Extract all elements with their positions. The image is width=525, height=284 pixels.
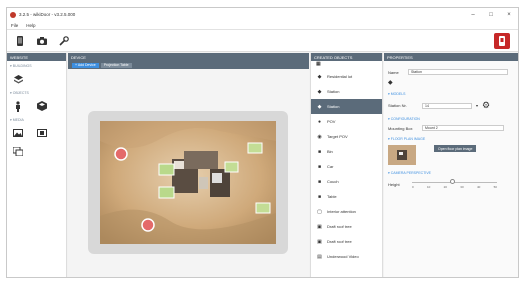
- objects-toolbar: ▦: [311, 61, 382, 69]
- chat-icon: ▢: [317, 208, 322, 215]
- name-label: Name: [388, 69, 399, 75]
- height-label: Height: [388, 181, 400, 187]
- image-icon: ▣: [317, 223, 322, 230]
- minimize-button[interactable]: –: [464, 12, 482, 18]
- app-logo-icon: [10, 11, 16, 18]
- slider-tick: 50: [493, 185, 497, 189]
- camera-perspective-section[interactable]: ▾ Camera Perspective: [384, 167, 518, 177]
- object-item[interactable]: ▣ Draft roof tree: [311, 234, 382, 249]
- projection-table-tab[interactable]: Projection Table: [100, 62, 132, 68]
- slider-tick: 30: [460, 185, 464, 189]
- properties-panel: Properties Name Station ◆ ▾ Models Stati…: [384, 53, 518, 277]
- export-icon[interactable]: [494, 33, 510, 49]
- cube-icon: ■: [317, 178, 322, 185]
- station-label: Station Nr.: [388, 103, 407, 108]
- wrench-icon[interactable]: [59, 35, 69, 46]
- person-icon: ●: [317, 118, 322, 125]
- object-item[interactable]: ■ Couch: [311, 174, 382, 189]
- mounting-label: Mounting Box: [388, 125, 413, 131]
- device-panel: Device + Add Device Projection Table: [68, 53, 309, 277]
- floor-plan-section[interactable]: ▾ Floor Plan Image: [384, 133, 518, 143]
- gear-icon[interactable]: ⚙: [482, 100, 490, 111]
- media-section[interactable]: ▾ Media: [7, 115, 66, 124]
- website-panel: Website ▾ Buildings ▾ Objects ▾ Media: [7, 53, 67, 277]
- building-icon: ◆: [388, 80, 393, 86]
- add-device-tab[interactable]: + Add Device: [72, 62, 99, 68]
- chevron-down-icon[interactable]: ▾: [476, 103, 478, 108]
- created-objects-panel: Created Objects ▦ ◆ Residential lot ◆ St…: [310, 53, 383, 277]
- station-select[interactable]: 14: [422, 102, 472, 109]
- object-item[interactable]: ■ Table: [311, 189, 382, 204]
- name-input[interactable]: Station: [408, 69, 508, 75]
- menu-bar: File Help: [7, 21, 518, 30]
- building-icon: ◆: [317, 73, 322, 80]
- menu-help[interactable]: Help: [26, 23, 35, 28]
- slider-tick: 40: [476, 185, 481, 189]
- close-button[interactable]: ×: [500, 12, 518, 18]
- slider-handle[interactable]: [450, 179, 455, 184]
- app-window: 3.2.5 - wikiDoor - v3.2.5.000 – □ × File…: [6, 7, 519, 278]
- phone-icon[interactable]: [15, 35, 25, 46]
- device-header: Device: [68, 53, 309, 61]
- object-item[interactable]: ◆ Station: [311, 84, 382, 99]
- toolbar: [7, 30, 518, 52]
- person-icon[interactable]: [13, 100, 23, 112]
- building-icon: ◆: [317, 88, 322, 95]
- aerial-map-view[interactable]: [100, 121, 276, 244]
- object-item[interactable]: ◆ Residential lot: [311, 69, 382, 84]
- objects-header: Created Objects: [311, 53, 382, 61]
- object-item[interactable]: ■ Bin: [311, 144, 382, 159]
- object-item[interactable]: ■ Car: [311, 159, 382, 174]
- object-item[interactable]: ▣ Draft roof tree: [311, 219, 382, 234]
- title-bar: 3.2.5 - wikiDoor - v3.2.5.000 – □ ×: [7, 8, 518, 21]
- slider-tick: 20: [443, 185, 447, 189]
- building-icon[interactable]: [13, 74, 23, 84]
- slider-tick: 10: [426, 185, 431, 189]
- object-item[interactable]: ● POV: [311, 114, 382, 129]
- building-icon[interactable]: ▦: [316, 61, 321, 67]
- object-item[interactable]: ▤ Underwood Video: [311, 249, 382, 264]
- tablet-preview: [88, 111, 288, 254]
- eye-icon: ◉: [317, 133, 322, 140]
- properties-header: Properties: [384, 53, 518, 61]
- object-item[interactable]: ◉ Target POV: [311, 129, 382, 144]
- open-floor-plan-button[interactable]: Open floor plan image: [434, 145, 477, 152]
- maximize-button[interactable]: □: [482, 12, 500, 18]
- cube-icon: ■: [317, 163, 322, 170]
- height-slider[interactable]: 0 10 20 30 40 50: [412, 179, 497, 189]
- mounting-select[interactable]: Mount 2: [422, 125, 504, 131]
- film-icon: ▤: [317, 253, 322, 260]
- models-section[interactable]: ▾ Models: [384, 88, 518, 98]
- slider-tick: 0: [412, 185, 414, 189]
- cube-icon[interactable]: [37, 101, 47, 111]
- camera-icon[interactable]: [37, 36, 47, 46]
- image-icon: ▣: [317, 238, 322, 245]
- menu-file[interactable]: File: [11, 23, 18, 28]
- building-icon: ◆: [317, 103, 322, 110]
- buildings-section[interactable]: ▾ Buildings: [7, 61, 66, 70]
- object-item-selected[interactable]: ◆ Station: [311, 99, 382, 114]
- gallery-icon[interactable]: [13, 146, 23, 156]
- cube-icon: ■: [317, 148, 322, 155]
- website-header: Website: [7, 53, 66, 61]
- configuration-section[interactable]: ▾ Configuration: [384, 113, 518, 123]
- floor-plan-thumbnail: [388, 145, 416, 165]
- objects-section[interactable]: ▾ Objects: [7, 88, 66, 97]
- object-item[interactable]: ▢ Interior attention: [311, 204, 382, 219]
- cube-icon: ■: [317, 193, 322, 200]
- window-title: 3.2.5 - wikiDoor - v3.2.5.000: [19, 12, 76, 17]
- film-icon[interactable]: [37, 128, 47, 138]
- image-icon[interactable]: [13, 128, 23, 138]
